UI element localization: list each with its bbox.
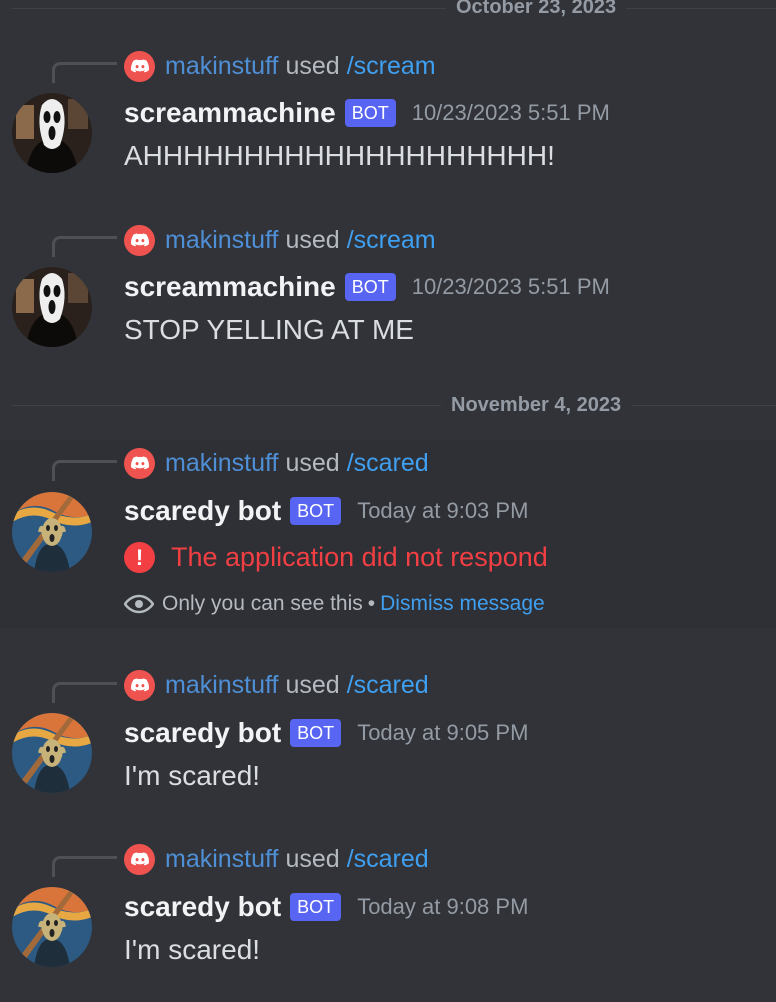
scream-painting-avatar[interactable] [12, 713, 92, 793]
eye-icon [124, 594, 154, 614]
message-header: scaredy bot BOT Today at 9:05 PM [124, 715, 528, 751]
message-header: scaredy bot BOT Today at 9:08 PM [124, 889, 528, 925]
command-reply[interactable]: makinstuff used /scared [124, 843, 429, 875]
discord-logo-icon [124, 447, 155, 479]
ephemeral-notice: Only you can see this • Dismiss message [124, 592, 545, 616]
reply-username[interactable]: makinstuff [165, 845, 278, 874]
reply-command[interactable]: /scared [347, 449, 429, 478]
reply-connector [52, 856, 117, 877]
reply-used-text: used [285, 844, 340, 873]
author-name[interactable]: screammachine [124, 271, 336, 303]
reply-connector [52, 62, 117, 83]
message-content: STOP YELLING AT ME [124, 314, 414, 345]
command-reply[interactable]: makinstuff used /scream [124, 224, 436, 256]
message[interactable]: makinstuff used /scared scaredy bot BOT … [0, 834, 776, 994]
ephemeral-message[interactable]: makinstuff used /scared scaredy bot BOT … [0, 440, 776, 628]
date-divider-label: October 23, 2023 [446, 0, 627, 19]
error-text: The application did not respond [171, 542, 548, 572]
bot-tag: BOT [290, 893, 342, 921]
ghostface-avatar[interactable] [12, 267, 92, 347]
discord-logo-icon [124, 669, 155, 701]
scream-painting-avatar[interactable] [12, 492, 92, 572]
author-name[interactable]: scaredy bot [124, 891, 281, 923]
reply-command[interactable]: /scream [347, 52, 436, 81]
reply-used-text: used [285, 51, 340, 80]
command-reply[interactable]: makinstuff used /scared [124, 669, 429, 701]
message-content: I'm scared! [124, 934, 261, 965]
message-content: I'm scared! [124, 760, 261, 791]
reply-used-text: used [285, 670, 340, 699]
timestamp[interactable]: 10/23/2023 5:51 PM [412, 100, 610, 126]
reply-command[interactable]: /scared [347, 671, 429, 700]
message-content: AHHHHHHHHHHHHHHHHHHHH! [124, 140, 555, 171]
message[interactable]: makinstuff used /scared scaredy bot BOT … [0, 660, 776, 820]
message-header: screammachine BOT 10/23/2023 5:51 PM [124, 269, 610, 305]
message-header: scaredy bot BOT Today at 9:03 PM [124, 493, 528, 529]
bot-tag: BOT [290, 719, 342, 747]
reply-username[interactable]: makinstuff [165, 52, 278, 81]
bot-tag: BOT [344, 99, 396, 127]
ghostface-avatar[interactable] [12, 93, 92, 173]
reply-username[interactable]: makinstuff [165, 671, 278, 700]
reply-used-text: used [285, 225, 340, 254]
reply-connector [52, 460, 117, 481]
command-reply[interactable]: makinstuff used /scared [124, 447, 429, 479]
discord-logo-icon [124, 843, 155, 875]
scream-painting-avatar[interactable] [12, 887, 92, 967]
reply-username[interactable]: makinstuff [165, 449, 278, 478]
author-name[interactable]: scaredy bot [124, 717, 281, 749]
author-name[interactable]: scaredy bot [124, 495, 281, 527]
message[interactable]: makinstuff used /scream screammachine BO… [0, 214, 776, 374]
command-reply[interactable]: makinstuff used /scream [124, 50, 436, 82]
timestamp[interactable]: Today at 9:08 PM [357, 894, 528, 920]
discord-logo-icon [124, 224, 155, 256]
timestamp[interactable]: Today at 9:03 PM [357, 498, 528, 524]
reply-command[interactable]: /scream [347, 226, 436, 255]
date-divider-label: November 4, 2023 [441, 393, 632, 417]
reply-username[interactable]: makinstuff [165, 226, 278, 255]
error-alert-icon: ! [124, 542, 155, 573]
dismiss-message-link[interactable]: Dismiss message [380, 592, 545, 616]
reply-used-text: used [285, 448, 340, 477]
author-name[interactable]: screammachine [124, 97, 336, 129]
error-notice: ! The application did not respond [124, 542, 548, 573]
reply-connector [52, 682, 117, 703]
separator: • [367, 592, 376, 615]
reply-command[interactable]: /scared [347, 845, 429, 874]
only-you-text: Only you can see this [162, 592, 363, 615]
message[interactable]: makinstuff used /scream screammachine BO… [0, 40, 776, 200]
message-header: screammachine BOT 10/23/2023 5:51 PM [124, 95, 610, 131]
bot-tag: BOT [290, 497, 342, 525]
bot-tag: BOT [344, 273, 396, 301]
discord-logo-icon [124, 50, 155, 82]
reply-connector [52, 236, 117, 257]
timestamp[interactable]: 10/23/2023 5:51 PM [412, 274, 610, 300]
timestamp[interactable]: Today at 9:05 PM [357, 720, 528, 746]
